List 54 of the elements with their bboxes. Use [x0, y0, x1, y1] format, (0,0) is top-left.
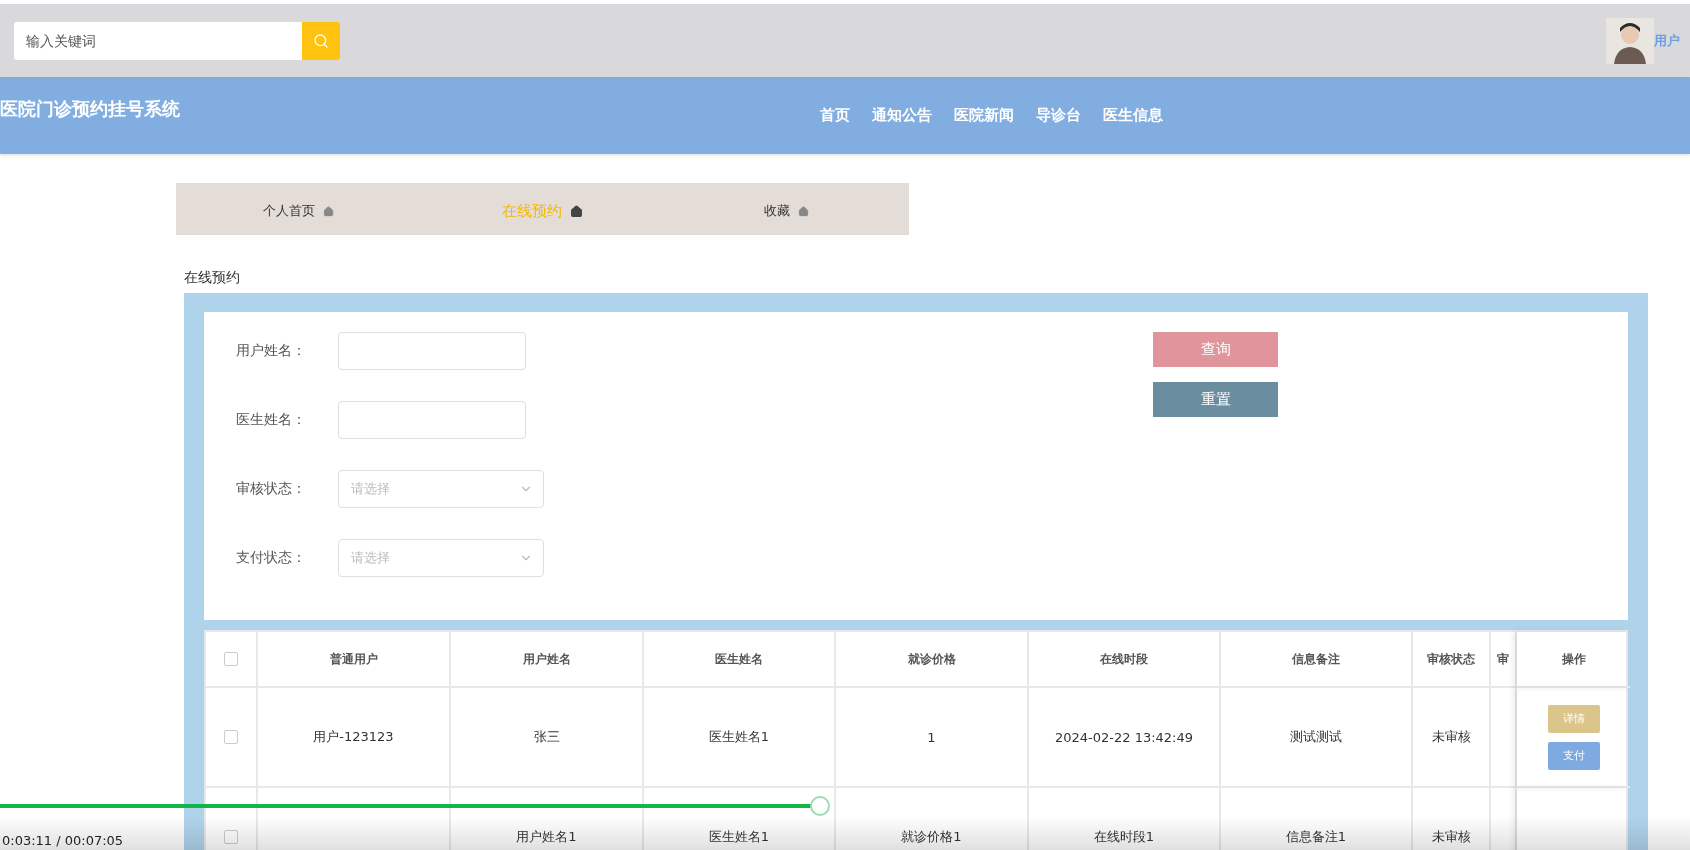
table-cell: 未审核 — [1413, 788, 1491, 850]
column-header: 审 — [1491, 632, 1517, 688]
column-header: 用户姓名 — [451, 632, 644, 688]
select-field[interactable]: 请选择 — [338, 470, 544, 508]
field-label: 支付状态： — [236, 549, 307, 567]
column-header: 医生姓名 — [644, 632, 836, 688]
table-cell: 1 — [836, 688, 1029, 788]
avatar-icon[interactable] — [1606, 17, 1654, 64]
column-header: 就诊价格 — [836, 632, 1029, 688]
input-field[interactable] — [338, 332, 526, 370]
search-field[interactable]: 输入关键词 — [14, 21, 302, 60]
table-cell: 医生姓名1 — [644, 688, 836, 788]
table-cell: 2024-02-22 13:42:49 — [1029, 688, 1221, 788]
home-icon — [322, 205, 334, 217]
nav-link[interactable]: 导诊台 — [1036, 106, 1081, 125]
input-field[interactable] — [338, 401, 526, 439]
reset-button[interactable]: 重置 — [1153, 382, 1278, 417]
checkbox[interactable] — [224, 730, 238, 744]
pay-button[interactable]: 支付 — [1547, 741, 1600, 770]
tab[interactable]: 在线预约 — [502, 201, 562, 221]
nav-link[interactable]: 首页 — [820, 106, 850, 125]
table-cell: 在线时段1 — [1029, 788, 1221, 850]
field-label: 审核状态： — [236, 480, 307, 498]
detail-button[interactable]: 详情 — [1547, 704, 1600, 733]
checkbox[interactable] — [224, 830, 238, 844]
video-time: 0:03:11 / 00:07:05 — [2, 833, 124, 848]
select-field[interactable]: 请选择 — [338, 539, 544, 577]
table-cell: 测试测试 — [1221, 688, 1413, 788]
field-label: 医生姓名： — [236, 411, 307, 429]
search-icon — [313, 32, 329, 49]
tab[interactable]: 个人首页 — [262, 202, 315, 220]
table-cell: 未审核 — [1413, 688, 1491, 788]
home-icon — [570, 204, 583, 218]
table-cell: 张三 — [451, 688, 644, 788]
table-cell: 用户-123123 — [258, 688, 451, 788]
home-icon — [798, 205, 810, 217]
search-button[interactable] — [302, 21, 340, 60]
column-header: 普通用户 — [258, 632, 451, 688]
field-label: 用户姓名： — [236, 342, 307, 360]
column-header: 在线时段 — [1029, 632, 1221, 688]
tab[interactable]: 收藏 — [764, 202, 791, 220]
nav-link[interactable]: 医生信息 — [1103, 106, 1163, 125]
column-header: 信息备注 — [1221, 632, 1413, 688]
column-header: 操作 — [1561, 650, 1586, 668]
query-button[interactable]: 查询 — [1153, 332, 1278, 367]
table-cell: 信息备注1 — [1221, 788, 1413, 850]
column-header: 审核状态 — [1413, 632, 1491, 688]
section-title: 在线预约 — [184, 269, 241, 287]
user-link[interactable]: 用户 — [1654, 31, 1680, 50]
nav-link[interactable]: 医院新闻 — [954, 106, 1014, 125]
site-title: 医院门诊预约挂号系统 — [0, 96, 181, 121]
nav-link[interactable]: 通知公告 — [872, 106, 932, 125]
checkbox[interactable] — [224, 652, 238, 666]
table-cell: 就诊价格1 — [836, 788, 1029, 850]
